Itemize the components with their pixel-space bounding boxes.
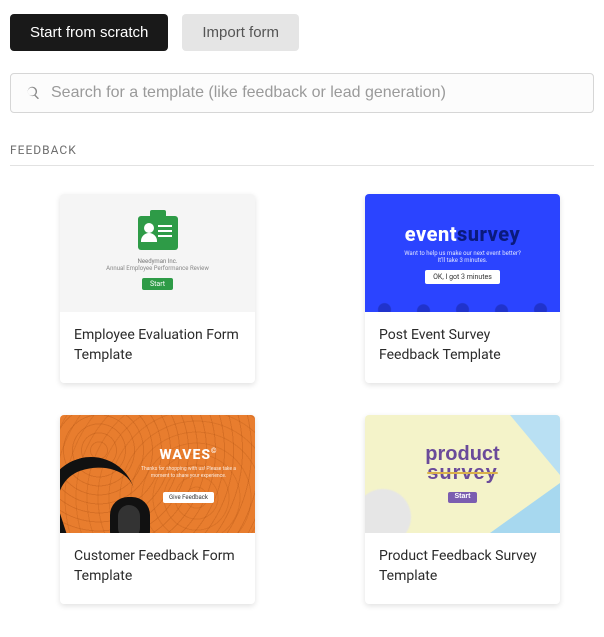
preview-subtitle: Thanks for shopping with us! Please take… — [132, 466, 245, 479]
template-thumbnail: product survey Start — [365, 415, 560, 533]
crowd-silhouette-icon — [365, 288, 560, 312]
top-button-row: Start from scratch Import form — [10, 14, 594, 51]
import-form-button[interactable]: Import form — [182, 14, 299, 51]
template-title: Employee Evaluation Form Template — [60, 312, 255, 383]
preview-logo: eventsurvey — [405, 222, 520, 246]
search-icon — [25, 85, 41, 101]
template-card-employee-evaluation[interactable]: Needyman Inc. Annual Employee Performanc… — [60, 194, 255, 383]
preview-logo: product survey Start — [425, 445, 499, 503]
template-title: Product Feedback Survey Template — [365, 533, 560, 604]
preview-line1: Want to help us make our next event bett… — [404, 250, 521, 257]
preview-cta: Start — [448, 492, 478, 503]
search-input[interactable] — [51, 84, 579, 102]
template-card-post-event-survey[interactable]: eventsurvey Want to help us make our nex… — [365, 194, 560, 383]
preview-line2: It'll take 3 minutes. — [438, 257, 488, 264]
preview-cta: Start — [142, 278, 173, 290]
preview-company-text: Needyman Inc. — [138, 258, 178, 265]
search-field-wrapper[interactable] — [10, 73, 594, 113]
template-card-customer-feedback[interactable]: WAVES© Thanks for shopping with us! Plea… — [60, 415, 255, 604]
section-heading-feedback: FEEDBACK — [10, 143, 594, 166]
template-grid: Needyman Inc. Annual Employee Performanc… — [10, 194, 594, 604]
template-thumbnail: Needyman Inc. Annual Employee Performanc… — [60, 194, 255, 312]
preview-logo: WAVES© — [132, 447, 245, 463]
template-thumbnail: WAVES© Thanks for shopping with us! Plea… — [60, 415, 255, 533]
template-thumbnail: eventsurvey Want to help us make our nex… — [365, 194, 560, 312]
clipboard-person-icon — [138, 216, 178, 250]
triangle-shape-icon — [490, 483, 560, 533]
template-card-product-feedback[interactable]: product survey Start Product Feedback Su… — [365, 415, 560, 604]
start-from-scratch-button[interactable]: Start from scratch — [10, 14, 168, 51]
template-title: Customer Feedback Form Template — [60, 533, 255, 604]
preview-cta: OK, I got 3 minutes — [425, 270, 500, 284]
template-title: Post Event Survey Feedback Template — [365, 312, 560, 383]
preview-cta: Give Feedback — [163, 492, 214, 503]
preview-subtitle-text: Annual Employee Performance Review — [106, 265, 209, 272]
bottle-shape-icon — [365, 483, 417, 533]
triangle-shape-icon — [510, 415, 560, 475]
